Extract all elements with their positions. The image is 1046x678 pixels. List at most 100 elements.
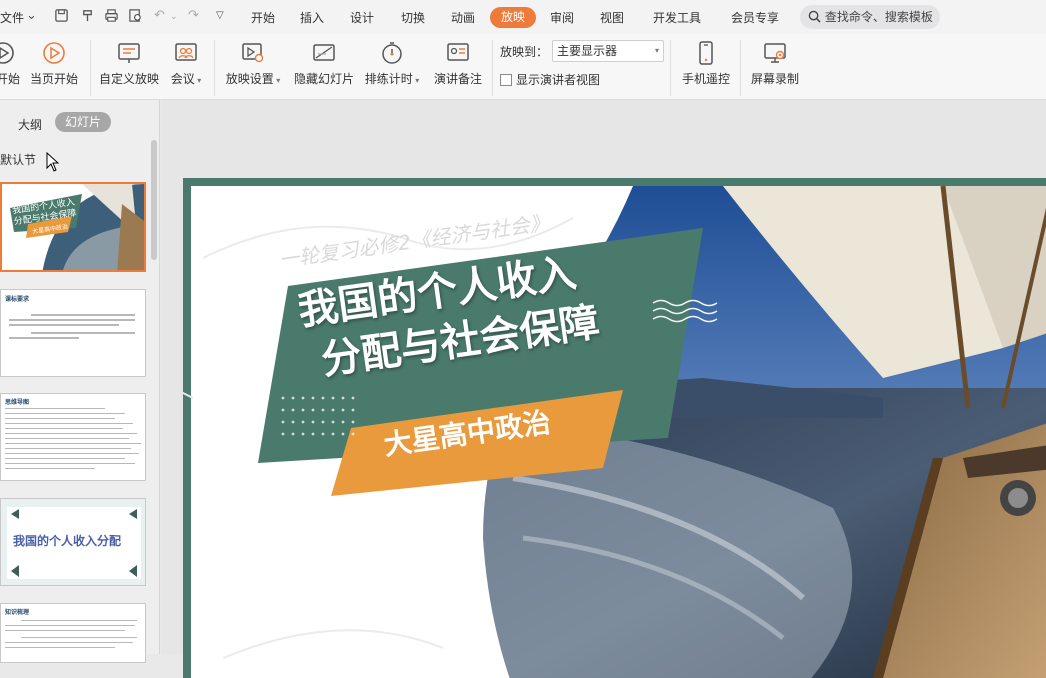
- menu-bar: 文件 ⌄ ↶ ⌄ ↷ ▽ 开始 插入 设计 切换 动画 放映 审阅 视图 开发工…: [0, 0, 1046, 34]
- panel-scrollbar[interactable]: [151, 140, 157, 260]
- chevron-down-icon[interactable]: ⌄: [26, 8, 37, 23]
- slide-canvas[interactable]: 一轮复习必修2《经济与社会》 我国的个人收入 分配与社会保障 大星高中政治: [183, 178, 1046, 678]
- presenter-view-checkbox[interactable]: 显示演讲者视图: [500, 71, 600, 88]
- text-line: [5, 408, 105, 409]
- thumb4-title: 我国的个人收入分配: [13, 534, 122, 548]
- phone-remote-button[interactable]: 手机遥控: [678, 39, 734, 87]
- format-painter-icon[interactable]: [80, 8, 95, 27]
- show-settings-button[interactable]: 放映设置 ▾: [222, 39, 284, 87]
- speaker-notes-icon: [432, 39, 484, 67]
- tab-insert[interactable]: 插入: [300, 9, 324, 26]
- section-header[interactable]: 默认节: [0, 151, 36, 168]
- slide-thumbnail-4[interactable]: 我国的个人收入分配: [0, 498, 146, 586]
- tab-slides[interactable]: 幻灯片: [55, 112, 111, 132]
- search-box[interactable]: 查找命令、搜索模板: [800, 5, 940, 29]
- text-line: [9, 319, 135, 321]
- show-settings-label: 放映设置 ▾: [225, 72, 281, 86]
- text-line: [5, 448, 131, 449]
- undo-icon[interactable]: ↶: [154, 8, 165, 23]
- from-start-label: 开始: [0, 72, 20, 86]
- custom-show-button[interactable]: 自定义放映: [98, 39, 160, 87]
- screen-record-button[interactable]: 屏幕录制: [748, 39, 802, 87]
- text-line: [5, 647, 115, 648]
- text-line: [31, 332, 135, 334]
- thumb5-heading: 知识梳理: [5, 609, 30, 616]
- ribbon-toolbar: 开始 当页开始 自定义放映 会议 ▾ 放映设置 ▾ 隐藏幻灯片 排练计时 ▾ 演…: [0, 34, 1046, 100]
- speaker-notes-button[interactable]: 演讲备注: [432, 39, 484, 87]
- phone-remote-label: 手机遥控: [681, 72, 730, 86]
- text-line: [5, 423, 133, 424]
- speaker-notes-label: 演讲备注: [433, 72, 482, 86]
- mouse-cursor-icon: [46, 151, 60, 176]
- slide-thumbnail-5[interactable]: 知识梳理: [0, 603, 146, 663]
- tab-outline[interactable]: 大纲: [18, 116, 42, 133]
- meeting-label: 会议 ▾: [170, 72, 202, 86]
- hide-slide-icon: [292, 39, 356, 67]
- text-line: [31, 314, 135, 316]
- tab-slideshow[interactable]: 放映: [490, 7, 536, 28]
- tab-developer[interactable]: 开发工具: [653, 9, 701, 26]
- phone-icon: [678, 39, 734, 67]
- hide-slide-label: 隐藏幻灯片: [293, 72, 354, 86]
- tab-member[interactable]: 会员专享: [731, 9, 779, 26]
- play-current-icon: [26, 39, 82, 67]
- search-icon: [808, 10, 825, 24]
- rehearse-timing-button[interactable]: 排练计时 ▾: [362, 39, 422, 87]
- tab-review[interactable]: 审阅: [550, 9, 574, 26]
- thumb3-heading: 思维导图: [5, 399, 30, 406]
- tab-view[interactable]: 视图: [600, 9, 624, 26]
- from-current-button[interactable]: 当页开始: [26, 39, 82, 87]
- slide-thumbnail-3[interactable]: 思维导图: [0, 393, 146, 481]
- custom-show-icon: [98, 39, 160, 67]
- text-line: [5, 433, 137, 434]
- meeting-button[interactable]: 会议 ▾: [166, 39, 206, 87]
- ribbon-divider: [670, 40, 671, 96]
- ribbon-divider: [492, 40, 493, 96]
- slide-thumbnail-2[interactable]: 课标要求: [0, 289, 146, 377]
- tab-animations[interactable]: 动画: [451, 9, 475, 26]
- text-line: [5, 468, 95, 469]
- from-current-label: 当页开始: [29, 72, 78, 86]
- hide-slide-button[interactable]: 隐藏幻灯片: [292, 39, 356, 87]
- dropdown-arrow-icon: ▾: [194, 76, 202, 85]
- tab-design[interactable]: 设计: [350, 9, 374, 26]
- text-line: [5, 630, 125, 631]
- text-line: [5, 418, 115, 419]
- ribbon-divider: [740, 40, 741, 96]
- text-line: [9, 337, 79, 339]
- customize-toolbar-icon[interactable]: ▽: [216, 10, 224, 21]
- chevron-down-icon: ▾: [654, 46, 659, 55]
- dropdown-arrow-icon: ▾: [412, 76, 420, 85]
- rehearse-timing-label: 排练计时 ▾: [364, 72, 420, 86]
- file-menu[interactable]: 文件: [0, 9, 24, 26]
- checkbox-box[interactable]: [500, 73, 512, 86]
- show-on-select[interactable]: 主要显示器 ▾: [552, 40, 664, 62]
- screen-record-label: 屏幕录制: [750, 72, 799, 86]
- from-start-button[interactable]: 开始: [0, 39, 20, 87]
- tab-home[interactable]: 开始: [251, 9, 275, 26]
- stopwatch-icon: [362, 39, 422, 67]
- play-from-start-icon: [0, 39, 20, 67]
- text-line: [5, 625, 135, 626]
- print-preview-icon[interactable]: [128, 8, 143, 27]
- save-icon[interactable]: [54, 8, 69, 27]
- thumb2-heading: 课标要求: [5, 296, 30, 303]
- redo-icon[interactable]: ↷: [188, 8, 199, 23]
- text-line: [5, 438, 129, 439]
- screen-record-icon: [748, 39, 802, 67]
- show-on-value: 主要显示器: [557, 44, 618, 58]
- slide-thumbnail-1[interactable]: 我国的个人收入 分配与社会保障 大星高中政治: [0, 182, 146, 272]
- undo-dropdown-icon[interactable]: ⌄: [170, 12, 178, 22]
- meeting-icon: [166, 39, 206, 67]
- text-line: [5, 453, 139, 454]
- show-on-label: 放映到：: [500, 45, 549, 59]
- text-line: [5, 428, 123, 429]
- text-line: [21, 637, 137, 638]
- slide-editing-area[interactable]: 一轮复习必修2《经济与社会》 我国的个人收入 分配与社会保障 大星高中政治: [161, 100, 1046, 678]
- text-line: [9, 324, 119, 326]
- text-line: [5, 443, 141, 444]
- print-icon[interactable]: [104, 8, 119, 27]
- text-line: [5, 458, 125, 459]
- dropdown-arrow-icon: ▾: [273, 76, 281, 85]
- tab-transitions[interactable]: 切换: [401, 9, 425, 26]
